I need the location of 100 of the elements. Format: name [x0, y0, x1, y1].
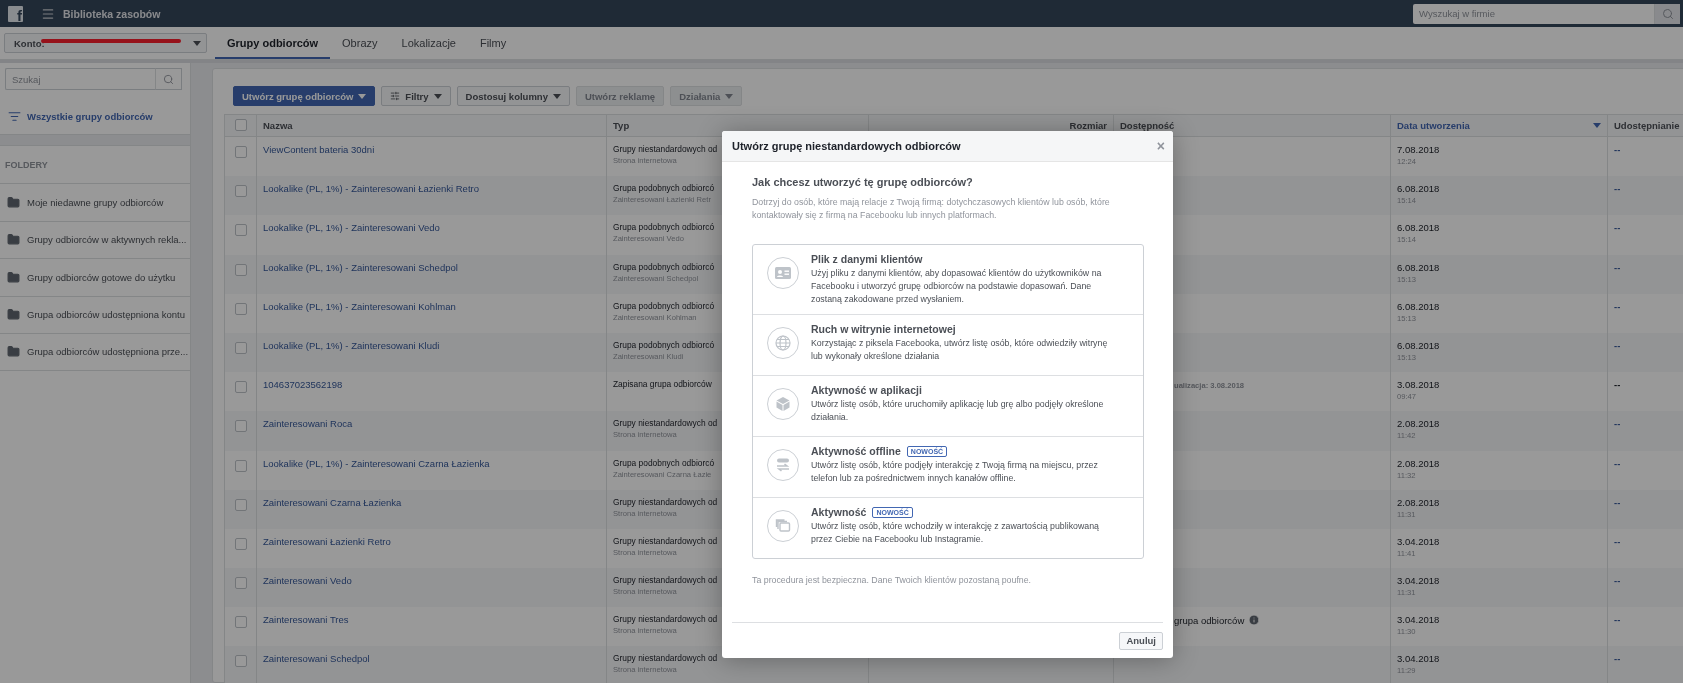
folder-icon: [7, 195, 20, 209]
audience-link[interactable]: Lookalike (PL, 1%) - Zainteresowani Schedpol: [263, 261, 458, 273]
audience-link[interactable]: Zainteresowani Roca: [263, 418, 353, 430]
column-header[interactable]: Dostępność: [1120, 120, 1175, 131]
column-header[interactable]: Typ: [613, 120, 630, 131]
type-text: Grupy niestandardowych od: [613, 575, 718, 586]
checkbox[interactable]: [234, 263, 247, 276]
sharing-link[interactable]: --: [1614, 614, 1621, 626]
date-text: 3.04.2018: [1397, 653, 1440, 665]
toolbar-button[interactable]: Dostosuj kolumny: [456, 86, 570, 106]
account-dropdown[interactable]: Konto:: [4, 33, 207, 53]
checkbox[interactable]: [234, 537, 247, 550]
search-icon[interactable]: [163, 73, 174, 85]
toolbar-button[interactable]: Utwórz grupę odbiorców: [233, 86, 376, 106]
checkbox[interactable]: [234, 459, 247, 472]
date-text: 6.08.2018: [1397, 261, 1440, 273]
caret-icon: [193, 40, 201, 46]
tab[interactable]: Filmy: [467, 27, 519, 59]
availability-text: grupa odbiorców: [1174, 614, 1245, 626]
folder-icon: [7, 308, 20, 322]
sharing-link[interactable]: --: [1614, 339, 1621, 351]
checkbox[interactable]: [234, 381, 247, 394]
date-text: 3.04.2018: [1397, 535, 1440, 547]
audience-link[interactable]: 104637023562198: [263, 379, 343, 391]
type-text: Grupy niestandardowych od: [613, 535, 718, 546]
sharing-link[interactable]: --: [1614, 183, 1621, 195]
toolbar-button[interactable]: Filtry: [381, 86, 451, 106]
sharing-link[interactable]: --: [1614, 300, 1621, 312]
checkbox[interactable]: [234, 302, 247, 315]
column-header[interactable]: Nazwa: [263, 120, 293, 131]
filter-icon: [390, 91, 401, 101]
menu-icon[interactable]: [41, 6, 55, 21]
checkbox[interactable]: [234, 420, 247, 433]
checkbox[interactable]: [234, 341, 247, 354]
search-field[interactable]: Wyszukaj w firmie: [1413, 3, 1654, 24]
checkbox[interactable]: [234, 655, 247, 668]
sharing-link[interactable]: --: [1614, 496, 1621, 508]
audience-link[interactable]: Lookalike (PL, 1%) - Zainteresowani Vedo: [263, 222, 440, 234]
date-text: 6.08.2018: [1397, 339, 1440, 351]
option-description: Utwórz listę osób, które podjęły interakcję z Twoją firmą na miejscu, przez telefon lub za pośrednictwem innych kanałów offline.: [811, 459, 1099, 485]
audience-link[interactable]: ViewContent bateria 30dni: [263, 144, 375, 155]
type-text: Grupa podobnych odbiorcó: [613, 300, 715, 311]
list-icon: [8, 110, 21, 123]
audience-link[interactable]: Lookalike (PL, 1%) - Zainteresowani Czarna Łazienka: [263, 457, 490, 469]
tab[interactable]: Obrazy: [330, 27, 390, 59]
option-title: Ruch w witrynie internetowej: [811, 323, 956, 335]
column-header[interactable]: Data utworzenia: [1397, 120, 1470, 131]
dialog-question: Jak chcesz utworzyć tę grupę odbiorców?: [752, 176, 974, 188]
logo[interactable]: f: [8, 5, 23, 22]
option-title: Plik z danymi klientów: [811, 253, 923, 265]
cancel-button[interactable]: Anuluj: [1119, 631, 1163, 650]
option-description: Korzystając z piksela Facebooka, utwórz listę osób, które odwiedziły witrynę lub wykonały określone działania: [811, 337, 1109, 363]
date-text: 3.04.2018: [1397, 575, 1440, 587]
option-item[interactable]: Aktywność w aplikacji Utwórz listę osób, które uruchomiły aplikację lub grę albo podjęły określone działania.: [753, 375, 1143, 436]
type-text: Grupy niestandardowych od: [613, 496, 718, 507]
checkbox[interactable]: [234, 577, 247, 590]
sharing-text: --: [1614, 379, 1621, 391]
checkbox[interactable]: [234, 185, 247, 198]
checkbox[interactable]: [234, 498, 247, 511]
sharing-link[interactable]: --: [1614, 144, 1621, 155]
type-text: Grupa podobnych odbiorcó: [613, 261, 715, 272]
audience-link[interactable]: Zainteresowani Czarna Łazienka: [263, 496, 402, 508]
sharing-link[interactable]: --: [1614, 222, 1621, 234]
checkbox[interactable]: [234, 224, 247, 237]
audience-link[interactable]: Zainteresowani Schedpol: [263, 653, 370, 665]
search-icon[interactable]: [1661, 7, 1674, 20]
search-field[interactable]: Szukaj: [5, 68, 155, 90]
info-icon[interactable]: [1248, 614, 1261, 627]
audience-link[interactable]: Zainteresowani Tres: [263, 614, 349, 626]
date-text: 6.08.2018: [1397, 222, 1440, 234]
date-text: 2.08.2018: [1397, 457, 1440, 469]
sharing-link[interactable]: --: [1614, 653, 1621, 665]
dialog-description: Dotrzyj do osób, które mają relacje z Twoją firmą: dotychczasowych klientów lub osób, które kontaktowały się z firmą na Facebooku lub innych platformach.: [752, 196, 1111, 222]
close-button[interactable]: ×: [1156, 138, 1165, 154]
sharing-link[interactable]: --: [1614, 457, 1621, 469]
folder-item[interactable]: Grupa odbiorców udostępniona prze...: [0, 333, 190, 371]
audience-link[interactable]: Lookalike (PL, 1%) - Zainteresowani Kludi: [263, 339, 440, 351]
sharing-link[interactable]: --: [1614, 418, 1621, 430]
audience-link[interactable]: Zainteresowani Vedo: [263, 575, 352, 587]
column-header[interactable]: Udostępnianie: [1614, 120, 1680, 131]
column-header[interactable]: Rozmiar: [1069, 120, 1107, 131]
type-text: Grupa podobnych odbiorcó: [613, 183, 715, 194]
checkbox[interactable]: [234, 616, 247, 629]
audience-link[interactable]: Zainteresowani Łazienki Retro: [263, 535, 391, 547]
sharing-link[interactable]: --: [1614, 575, 1621, 587]
audience-link[interactable]: Lookalike (PL, 1%) - Zainteresowani Kohlman: [263, 300, 456, 312]
date-text: 6.08.2018: [1397, 183, 1440, 195]
type-text: Grupy niestandardowych od: [613, 144, 718, 154]
type-text: Grupy niestandardowych od: [613, 418, 718, 429]
caret-icon: [1593, 123, 1601, 128]
option-item[interactable]: Ruch w witrynie internetowej Korzystając z piksela Facebooka, utwórz listę osób, które odwiedziły witrynę lub wykonały określone działania: [753, 314, 1143, 375]
sharing-link[interactable]: --: [1614, 535, 1621, 547]
sharing-link[interactable]: --: [1614, 261, 1621, 273]
option-item[interactable]: Plik z danymi klientów Użyj pliku z danymi klientów, aby dopasować klientów do użytkowników na Facebooku i utworzyć grupę odbiorców na podstawie dopasowań. Dane zostaną zakodowane przed wysłaniem.: [753, 245, 1143, 314]
folder-icon: [7, 270, 20, 284]
tab[interactable]: Lokalizacje: [389, 27, 468, 59]
section-heading: FOLDERY: [4, 159, 48, 170]
audience-link[interactable]: Lookalike (PL, 1%) - Zainteresowani Łazienki Retro: [263, 183, 479, 195]
checkbox[interactable]: [234, 119, 247, 131]
checkbox[interactable]: [234, 146, 247, 158]
